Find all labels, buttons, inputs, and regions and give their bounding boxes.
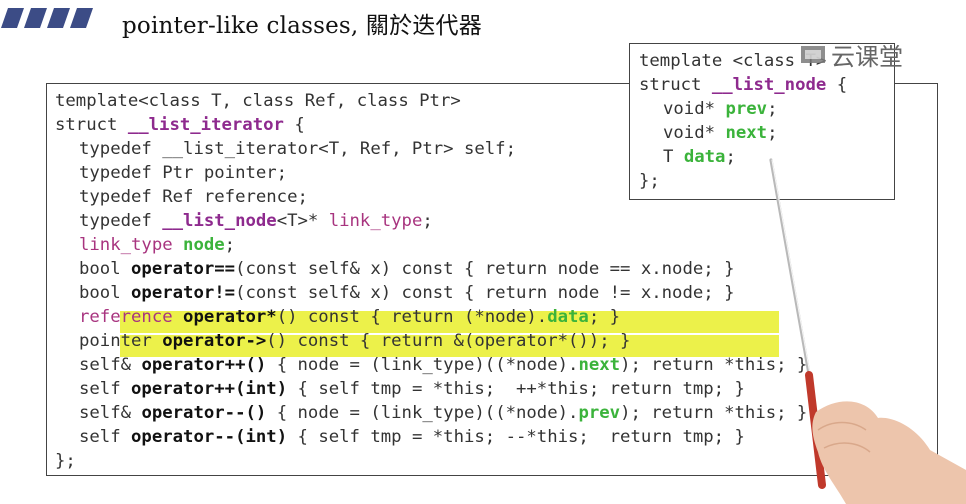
code-line-close: };: [55, 451, 76, 471]
node-line-template: template <class T>: [639, 51, 827, 71]
code-line-template: template<class T, class Ref, class Ptr>: [55, 91, 461, 111]
code-line-operator-eq: bool operator==(const self& x) const { r…: [79, 259, 735, 279]
code-line-prefix-increment: self& operator++() { node = (link_type)(…: [79, 355, 808, 375]
code-line-typedef-link-type: typedef __list_node<T>* link_type;: [79, 211, 433, 231]
code-line-typedef-pointer: typedef Ptr pointer;: [79, 163, 288, 183]
code-line-node-member: link_type node;: [79, 235, 236, 255]
code-line-prefix-decrement: self& operator--() { node = (link_type)(…: [79, 403, 808, 423]
code-line-postfix-decrement: self operator--(int) { self tmp = *this;…: [79, 427, 745, 447]
node-line-next: void* next;: [663, 123, 778, 143]
logo-mark-icon: [801, 46, 825, 63]
watermark-text: 云课堂: [831, 42, 903, 71]
code-line-typedef-self: typedef __list_iterator<T, Ref, Ptr> sel…: [79, 139, 516, 159]
watermark-logo: 云课堂: [800, 37, 903, 71]
code-line-postfix-increment: self operator++(int) { self tmp = *this;…: [79, 379, 745, 399]
slide-title: pointer-like classes, 關於迭代器: [122, 13, 482, 39]
node-line-prev: void* prev;: [663, 99, 778, 119]
code-line-struct: struct __list_iterator {: [55, 115, 305, 135]
node-line-data: T data;: [663, 147, 736, 167]
node-line-struct: struct __list_node {: [639, 75, 848, 95]
code-line-operator-star: reference operator*() const { return (*n…: [79, 307, 621, 327]
code-line-operator-neq: bool operator!=(const self& x) const { r…: [79, 283, 735, 303]
code-line-typedef-reference: typedef Ref reference;: [79, 187, 308, 207]
code-line-operator-arrow: pointer operator->() const { return &(op…: [79, 331, 631, 351]
node-line-close: };: [639, 171, 660, 191]
title-bars-decoration: [1, 8, 93, 28]
